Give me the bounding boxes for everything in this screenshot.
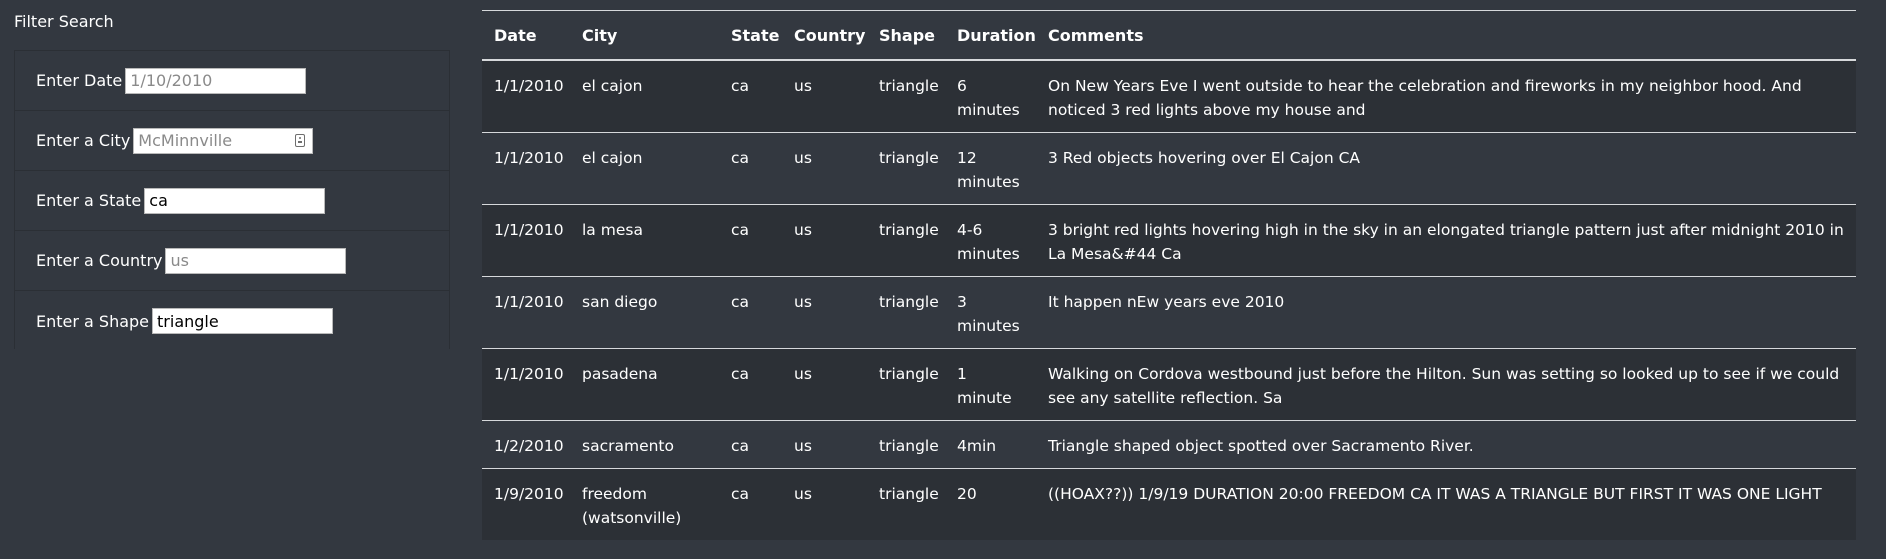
cell-comments: On New Years Eve I went outside to hear …	[1036, 59, 1856, 133]
cell-shape: triangle	[867, 420, 945, 469]
cell-city: sacramento	[570, 420, 719, 469]
cell-shape: triangle	[867, 468, 945, 540]
city-input-wrapper	[133, 127, 314, 154]
results-table: Date City State Country Shape Duration C…	[482, 10, 1856, 540]
filter-panel: Enter Date Enter a City Enter a State En…	[14, 50, 450, 351]
cell-city: san diego	[570, 276, 719, 349]
cell-date: 1/1/2010	[482, 204, 570, 277]
shape-input[interactable]	[152, 308, 334, 334]
cell-city: el cajon	[570, 59, 719, 133]
cell-shape: triangle	[867, 348, 945, 421]
header-city: City	[570, 10, 719, 61]
state-label: Enter a State	[36, 191, 142, 210]
header-country: Country	[782, 10, 867, 61]
filter-row-state: Enter a State	[15, 171, 449, 231]
header-state: State	[719, 10, 782, 61]
filter-row-city: Enter a City	[15, 111, 449, 171]
table-row: 1/1/2010 el cajon ca us triangle 12 minu…	[482, 132, 1856, 205]
cell-date: 1/9/2010	[482, 468, 570, 540]
cell-comments: Triangle shaped object spotted over Sacr…	[1036, 420, 1856, 469]
cell-shape: triangle	[867, 59, 945, 133]
header-date: Date	[482, 10, 570, 61]
cell-shape: triangle	[867, 276, 945, 349]
filter-row-date: Enter Date	[15, 51, 449, 111]
cell-state: ca	[719, 59, 782, 133]
cell-date: 1/1/2010	[482, 132, 570, 205]
cell-duration: 12 minutes	[945, 132, 1036, 205]
page: Filter Search Enter Date Enter a City En…	[0, 0, 1886, 559]
cell-date: 1/1/2010	[482, 276, 570, 349]
table-header-row: Date City State Country Shape Duration C…	[482, 10, 1856, 61]
cell-state: ca	[719, 132, 782, 205]
cell-date: 1/1/2010	[482, 348, 570, 421]
cell-comments: ((HOAX??)) 1/9/19 DURATION 20:00 FREEDOM…	[1036, 468, 1856, 540]
cell-duration: 4-6 minutes	[945, 204, 1036, 277]
contact-card-icon[interactable]	[295, 133, 306, 147]
table-row: 1/1/2010 san diego ca us triangle 3 minu…	[482, 276, 1856, 349]
city-label: Enter a City	[36, 131, 131, 150]
cell-country: us	[782, 348, 867, 421]
cell-shape: triangle	[867, 204, 945, 277]
cell-shape: triangle	[867, 132, 945, 205]
state-input[interactable]	[144, 187, 326, 214]
header-comments: Comments	[1036, 10, 1856, 61]
table-row: 1/1/2010 la mesa ca us triangle 4-6 minu…	[482, 204, 1856, 277]
cell-duration: 1 minute	[945, 348, 1036, 421]
filter-row-country: Enter a Country	[15, 231, 449, 291]
cell-city: el cajon	[570, 132, 719, 205]
cell-comments: 3 Red objects hovering over El Cajon CA	[1036, 132, 1856, 205]
table-row: 1/2/2010 sacramento ca us triangle 4min …	[482, 420, 1856, 469]
shape-label: Enter a Shape	[36, 311, 150, 331]
table-row: 1/1/2010 el cajon ca us triangle 6 minut…	[482, 59, 1856, 133]
date-label: Enter Date	[36, 71, 123, 90]
cell-state: ca	[719, 420, 782, 469]
cell-country: us	[782, 420, 867, 469]
city-input[interactable]	[133, 127, 314, 154]
cell-comments: Walking on Cordova westbound just before…	[1036, 348, 1856, 421]
cell-state: ca	[719, 204, 782, 277]
country-input[interactable]	[165, 247, 347, 274]
cell-city: freedom (watsonville)	[570, 468, 719, 540]
cell-state: ca	[719, 348, 782, 421]
cell-duration: 20	[945, 468, 1036, 540]
cell-country: us	[782, 276, 867, 349]
cell-date: 1/1/2010	[482, 59, 570, 133]
table-row: 1/9/2010 freedom (watsonville) ca us tri…	[482, 468, 1856, 540]
results-table-container: Date City State Country Shape Duration C…	[482, 10, 1856, 540]
cell-state: ca	[719, 468, 782, 540]
cell-country: us	[782, 468, 867, 540]
cell-city: pasadena	[570, 348, 719, 421]
filter-row-shape: Enter a Shape	[15, 291, 449, 351]
cell-country: us	[782, 204, 867, 277]
cell-duration: 3 minutes	[945, 276, 1036, 349]
cell-city: la mesa	[570, 204, 719, 277]
header-duration: Duration	[945, 10, 1036, 61]
header-shape: Shape	[867, 10, 945, 61]
cell-duration: 6 minutes	[945, 59, 1036, 133]
cell-duration: 4min	[945, 420, 1036, 469]
cell-country: us	[782, 59, 867, 133]
cell-country: us	[782, 132, 867, 205]
table-row: 1/1/2010 pasadena ca us triangle 1 minut…	[482, 348, 1856, 421]
cell-state: ca	[719, 276, 782, 349]
country-label: Enter a Country	[36, 251, 163, 270]
cell-date: 1/2/2010	[482, 420, 570, 469]
cell-comments: It happen nEw years eve 2010	[1036, 276, 1856, 349]
date-input[interactable]	[125, 67, 307, 94]
filter-search-title: Filter Search	[14, 12, 114, 31]
cell-comments: 3 bright red lights hovering high in the…	[1036, 204, 1856, 277]
